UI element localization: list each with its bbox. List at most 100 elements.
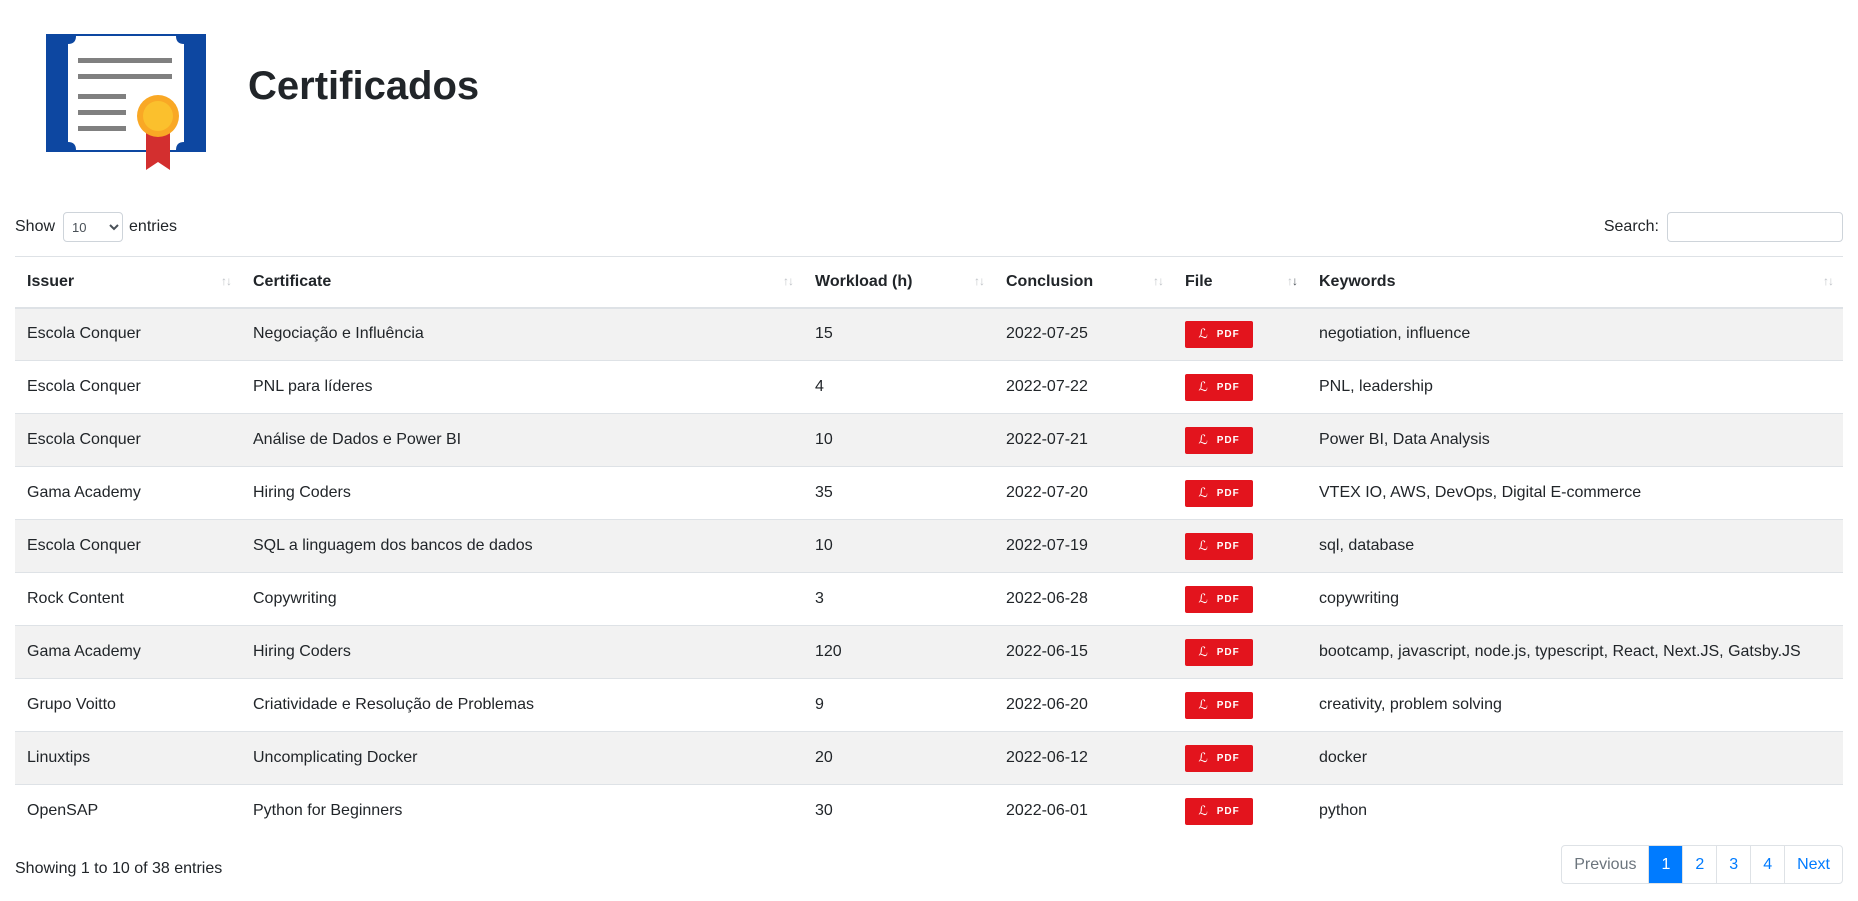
column-header-file[interactable]: File ↑↓ (1173, 256, 1307, 309)
pdf-label: PDF (1216, 593, 1240, 605)
page-2-button[interactable]: 2 (1682, 846, 1716, 883)
certificate-cell: Uncomplicating Docker (241, 731, 803, 785)
table-row: Escola Conquer Negociação e Influência 15 2… (15, 307, 1843, 361)
pdf-download-button[interactable]: ℒ PDF (1185, 691, 1253, 719)
pdf-download-button[interactable]: ℒ PDF (1185, 797, 1253, 825)
search-input[interactable] (1667, 212, 1843, 242)
certificate-cell: Negociação e Influência (241, 307, 803, 361)
sort-icon: ↑↓ (1153, 274, 1164, 288)
column-header-issuer[interactable]: Issuer ↑↓ (15, 256, 241, 309)
pdf-download-button[interactable]: ℒ PDF (1185, 532, 1253, 560)
page-3-button[interactable]: 3 (1716, 846, 1750, 883)
conclusion-cell: 2022-07-21 (994, 413, 1173, 467)
page-4-button[interactable]: 4 (1750, 846, 1784, 883)
pdf-icon: ℒ (1198, 697, 1209, 712)
file-cell: ℒ PDF (1173, 784, 1307, 838)
keywords-cell: creativity, problem solving (1307, 678, 1843, 732)
certificate-cell: Criatividade e Resolução de Problemas (241, 678, 803, 732)
issuer-cell: Gama Academy (15, 625, 241, 679)
table-row: Gama Academy Hiring Coders 120 2022-06-15 ℒ P… (15, 625, 1843, 679)
show-label: Show (15, 218, 56, 235)
pdf-icon: ℒ (1198, 326, 1209, 342)
entries-select[interactable]: 10 (63, 212, 124, 242)
file-cell: ℒ PDF (1173, 572, 1307, 626)
pdf-label: PDF (1216, 381, 1240, 393)
page-1-button[interactable]: 1 (1648, 846, 1683, 883)
file-cell: ℒ PDF (1173, 519, 1307, 573)
column-header-conclusion[interactable]: Conclusion ↑↓ (994, 256, 1173, 309)
pdf-label: PDF (1216, 646, 1240, 658)
certificate-cell: Hiring Coders (241, 466, 803, 520)
pdf-icon: ℒ (1198, 750, 1209, 765)
table-row: Linuxtips Uncomplicating Docker 20 2022-06-… (15, 731, 1843, 785)
file-cell: ℒ PDF (1173, 466, 1307, 520)
sort-icon: ↑↓ (1823, 274, 1834, 288)
file-cell: ℒ PDF (1173, 413, 1307, 467)
pdf-label: PDF (1216, 487, 1240, 499)
pdf-download-button[interactable]: ℒ PDF (1185, 585, 1253, 613)
keywords-cell: docker (1307, 731, 1843, 785)
pdf-download-button[interactable]: ℒ PDF (1185, 638, 1253, 666)
table-controls: Show 10 entries Search: (15, 212, 1843, 242)
pdf-label: PDF (1216, 540, 1240, 552)
next-button[interactable]: Next (1784, 846, 1842, 883)
conclusion-cell: 2022-07-25 (994, 307, 1173, 361)
keywords-cell: PNL, leadership (1307, 360, 1843, 414)
entries-label: entries (129, 218, 178, 235)
table-info: Showing 1 to 10 of 38 entries (15, 860, 223, 877)
issuer-cell: Escola Conquer (15, 519, 241, 573)
pdf-icon: ℒ (1198, 538, 1209, 553)
table-row: OpenSAP Python for Beginners 30 2022-06-01 ℒ… (15, 784, 1843, 838)
certificate-cell: Copywriting (241, 572, 803, 626)
keywords-cell: VTEX IO, AWS, DevOps, Digital E-commerce (1307, 466, 1843, 520)
workload-cell: 20 (803, 731, 994, 785)
keywords-cell: negotiation, influence (1307, 307, 1843, 361)
file-cell: ℒ PDF (1173, 360, 1307, 414)
column-header-keywords[interactable]: Keywords ↑↓ (1307, 256, 1843, 309)
sort-icon: ↑↓ (221, 274, 232, 288)
table-header-row: Issuer ↑↓ Certificate ↑↓ Workload (h) ↑↓ Co… (15, 256, 1843, 309)
workload-cell: 10 (803, 413, 994, 467)
certificates-table: Issuer ↑↓ Certificate ↑↓ Workload (h) ↑↓ Co… (15, 256, 1843, 838)
pdf-icon: ℒ (1198, 485, 1209, 500)
issuer-cell: Linuxtips (15, 731, 241, 785)
workload-cell: 15 (803, 307, 994, 361)
pdf-label: PDF (1216, 328, 1240, 340)
pdf-label: PDF (1216, 434, 1240, 446)
certificate-cell: SQL a linguagem dos bancos de dados (241, 519, 803, 573)
page-header: Certificados (0, 0, 1858, 200)
issuer-cell: Escola Conquer (15, 413, 241, 467)
pdf-download-button[interactable]: ℒ PDF (1185, 426, 1253, 454)
certificate-cell: PNL para líderes (241, 360, 803, 414)
issuer-cell: Escola Conquer (15, 307, 241, 361)
column-header-workload[interactable]: Workload (h) ↑↓ (803, 256, 994, 309)
workload-cell: 9 (803, 678, 994, 732)
certificate-cell: Hiring Coders (241, 625, 803, 679)
pdf-download-button[interactable]: ℒ PDF (1185, 479, 1253, 507)
file-cell: ℒ PDF (1173, 307, 1307, 361)
keywords-cell: sql, database (1307, 519, 1843, 573)
issuer-cell: Grupo Voitto (15, 678, 241, 732)
page-title: Certificados (248, 64, 480, 108)
pdf-download-button[interactable]: ℒ PDF (1185, 320, 1253, 348)
pdf-label: PDF (1216, 752, 1240, 764)
pdf-icon: ℒ (1198, 644, 1209, 659)
conclusion-cell: 2022-06-28 (994, 572, 1173, 626)
column-header-certificate[interactable]: Certificate ↑↓ (241, 256, 803, 309)
table-row: Escola Conquer PNL para líderes 4 2022-07-2… (15, 360, 1843, 414)
pdf-label: PDF (1216, 805, 1240, 817)
conclusion-cell: 2022-06-01 (994, 784, 1173, 838)
conclusion-cell: 2022-07-19 (994, 519, 1173, 573)
certificate-cell: Python for Beginners (241, 784, 803, 838)
sort-icon: ↑↓ (974, 274, 985, 288)
sort-icon: ↑↓ (783, 274, 794, 288)
keywords-cell: python (1307, 784, 1843, 838)
pagination: Previous 1 2 3 4 Next (1561, 845, 1843, 884)
file-cell: ℒ PDF (1173, 678, 1307, 732)
conclusion-cell: 2022-06-20 (994, 678, 1173, 732)
previous-button[interactable]: Previous (1562, 846, 1648, 883)
pdf-download-button[interactable]: ℒ PDF (1185, 744, 1253, 772)
workload-cell: 4 (803, 360, 994, 414)
certificate-icon (46, 34, 206, 170)
pdf-download-button[interactable]: ℒ PDF (1185, 373, 1253, 401)
